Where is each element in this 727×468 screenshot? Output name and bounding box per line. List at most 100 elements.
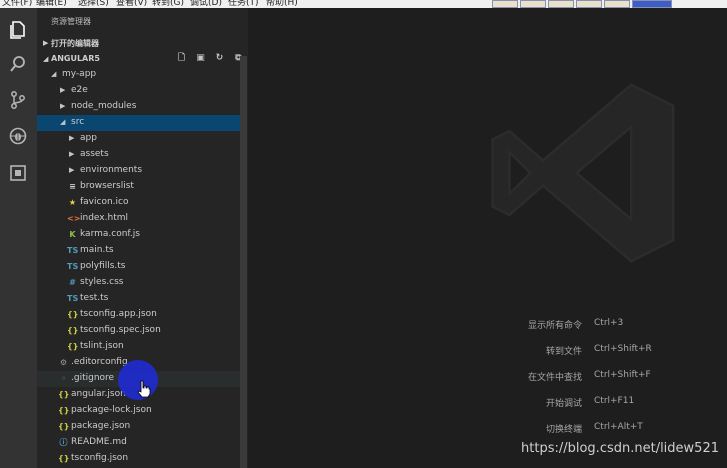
new-file-icon[interactable]: 🗋	[176, 53, 187, 64]
chevron-right-icon[interactable]: ▶	[69, 150, 74, 158]
tree-file[interactable]: ★ favicon.ico	[37, 195, 240, 211]
tree-folder[interactable]: ▶ e2e	[37, 83, 240, 99]
tree-item-label: main.ts	[80, 245, 114, 255]
json-file-icon: {}	[67, 310, 79, 319]
tree-item-label: package.json	[71, 421, 131, 431]
chevron-right-icon[interactable]: ▶	[60, 102, 65, 110]
menu-view[interactable]: 查看(V)	[116, 0, 147, 8]
tree-item-label: assets	[80, 149, 109, 159]
tree-item-label: browserslist	[80, 181, 134, 191]
tree-item-label: styles.css	[80, 277, 124, 287]
open-editors-section[interactable]: ▶ 打开的编辑器	[37, 35, 248, 51]
json-file-icon: {}	[67, 342, 79, 351]
open-editors-label: 打开的编辑器	[51, 39, 99, 48]
search-icon[interactable]	[8, 54, 28, 74]
refresh-icon[interactable]: ↻	[214, 53, 225, 64]
sidebar-scrollbar[interactable]	[240, 56, 247, 468]
tray-button[interactable]	[492, 0, 518, 8]
tree-item-label: karma.conf.js	[80, 229, 140, 239]
tree-item-label: test.ts	[80, 293, 109, 303]
tree-file[interactable]: TS test.ts	[37, 291, 240, 307]
watermark-url: https://blog.csdn.net/lidew521	[521, 441, 719, 456]
menu-selection[interactable]: 选择(S)	[78, 0, 109, 8]
tray-button[interactable]	[604, 0, 630, 8]
chevron-down-icon[interactable]: ◢	[51, 70, 56, 78]
tree-file[interactable]: ⓘ README.md	[37, 435, 240, 451]
tree-item-label: favicon.ico	[80, 197, 129, 207]
html-file-icon: <>	[67, 214, 81, 223]
menu-help[interactable]: 帮助(H)	[266, 0, 298, 8]
typescript-file-icon: TS	[67, 294, 79, 303]
tree-file[interactable]: {} tsconfig.app.json	[37, 307, 240, 323]
tray-button[interactable]	[632, 0, 672, 8]
json-file-icon: {}	[58, 422, 70, 431]
tree-item-label: README.md	[71, 437, 127, 447]
tray-button[interactable]	[548, 0, 574, 8]
files-icon[interactable]	[8, 20, 28, 40]
chevron-right-icon[interactable]: ▶	[69, 134, 74, 142]
typescript-file-icon: TS	[67, 246, 79, 255]
shortcut-label: 显示所有命令	[527, 321, 582, 331]
tree-folder[interactable]: ▶ node_modules	[37, 99, 240, 115]
shortcut-keys: Ctrl+Shift+F	[594, 370, 651, 380]
activity-bar	[0, 8, 37, 468]
shortcut-keys: Ctrl+3	[594, 318, 624, 328]
explorer-title: 资源管理器	[51, 17, 91, 26]
vscode-logo-watermark	[491, 83, 675, 263]
tree-folder[interactable]: ▶ environments	[37, 163, 240, 179]
shortcut-label: 切换终端	[545, 425, 582, 435]
shortcut-keys: Ctrl+Shift+R	[594, 344, 652, 354]
tree-file[interactable]: {} package.json	[37, 419, 240, 435]
chevron-right-icon[interactable]: ▶	[69, 166, 74, 174]
info-icon: ⓘ	[59, 438, 68, 447]
tray-button[interactable]	[520, 0, 546, 8]
chevron-right-icon: ▶	[43, 39, 49, 47]
tree-file[interactable]: {} package-lock.json	[37, 403, 240, 419]
tree-item-label: src	[71, 117, 85, 127]
json-file-icon: {}	[67, 326, 79, 335]
tree-item-label: node_modules	[71, 101, 137, 111]
tree-item-label: tslint.json	[80, 341, 124, 351]
tree-file[interactable]: TS main.ts	[37, 243, 240, 259]
tree-file[interactable]: Kkarma.conf.js	[37, 227, 240, 243]
tree-file[interactable]: {} tsconfig.spec.json	[37, 323, 240, 339]
tree-file[interactable]: ≡ browserslist	[37, 179, 240, 195]
chevron-right-icon[interactable]: ▶	[60, 86, 65, 94]
tree-folder[interactable]: ◢ src	[37, 115, 240, 131]
tree-file[interactable]: # styles.css	[37, 275, 240, 291]
menu-debug[interactable]: 调试(D)	[190, 0, 222, 8]
tree-file[interactable]: TS polyfills.ts	[37, 259, 240, 275]
workspace-section[interactable]: ◢ ANGULAR5 🗋 ▣ ↻ ⧉	[37, 51, 248, 67]
tree-folder[interactable]: ▶ assets	[37, 147, 240, 163]
debug-icon[interactable]	[8, 126, 28, 146]
shortcut-label: 转到文件	[545, 347, 582, 357]
tree-item-label: tsconfig.json	[71, 453, 129, 463]
source-control-icon[interactable]	[8, 90, 28, 110]
tree-folder[interactable]: ▶ app	[37, 131, 240, 147]
chevron-down-icon[interactable]: ◢	[60, 118, 65, 126]
menu-bar: 文件(F) 编辑(E) 选择(S) 查看(V) 转到(G) 调试(D) 任务(T…	[0, 0, 727, 8]
shortcut-keys: Ctrl+Alt+T	[594, 422, 643, 432]
chevron-down-icon: ◢	[43, 55, 49, 63]
workspace-label: ANGULAR5	[51, 54, 100, 63]
shortcut-label: 开始调试	[545, 399, 582, 409]
json-file-icon: {}	[58, 406, 70, 415]
tree-item-label: angular.json	[71, 389, 126, 399]
tray-button[interactable]	[576, 0, 602, 8]
extensions-icon[interactable]	[8, 163, 28, 183]
tree-file[interactable]: <> index.html	[37, 211, 240, 227]
favicon-star-icon: ★	[68, 198, 77, 207]
tree-file[interactable]: {} tsconfig.json	[37, 451, 240, 467]
shortcut-label: 在文件中查找	[527, 373, 582, 383]
tree-item-label: app	[80, 133, 97, 143]
tree-file[interactable]: {} tslint.json	[37, 339, 240, 355]
tree-item-label: polyfills.ts	[80, 261, 126, 271]
new-folder-icon[interactable]: ▣	[195, 53, 206, 64]
menu-edit[interactable]: 编辑(E)	[36, 0, 67, 8]
menu-tasks[interactable]: 任务(T)	[228, 0, 259, 8]
karma-file-icon: K	[69, 230, 76, 239]
tree-folder[interactable]: ◢ my-app	[37, 67, 240, 83]
menu-goto[interactable]: 转到(G)	[152, 0, 184, 8]
tree-item-label: my-app	[62, 69, 97, 79]
menu-file[interactable]: 文件(F)	[2, 0, 32, 8]
